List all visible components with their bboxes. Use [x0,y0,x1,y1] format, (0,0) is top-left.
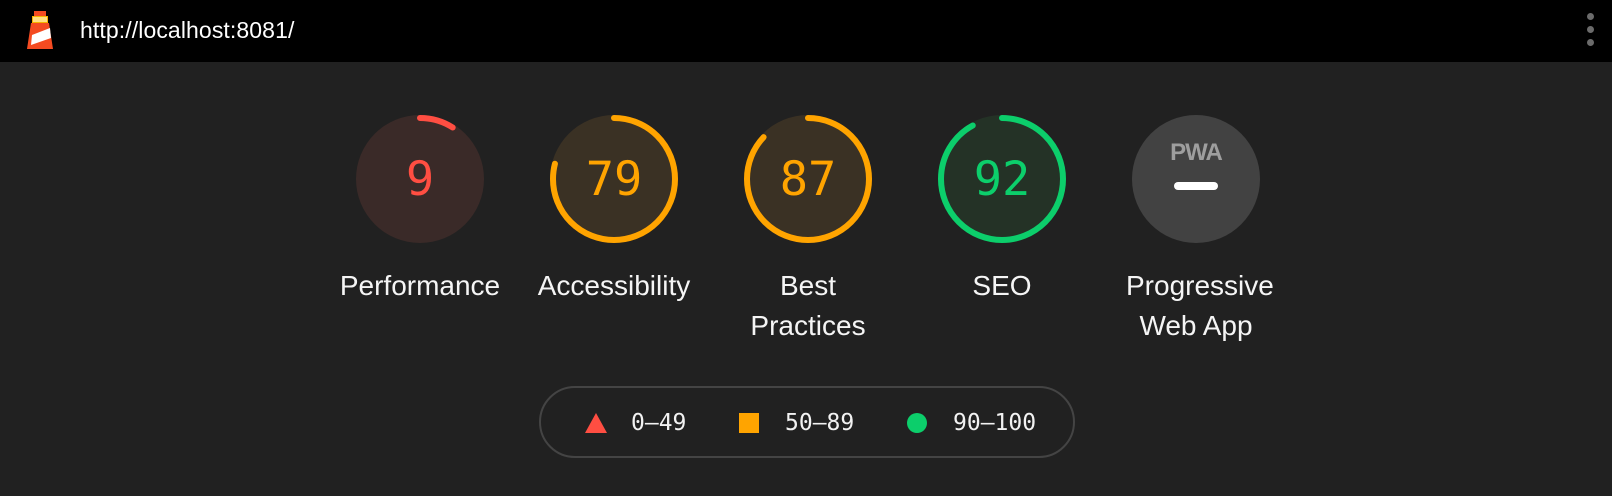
pwa-background [1132,115,1260,243]
performance-gauge-ring: 9 [356,115,484,243]
gauge-score: 87 [780,152,837,207]
gauge-label: Performance [339,270,501,301]
best-practices-gauge-ring: 87 [744,115,872,243]
gauge-best-practices[interactable]: 87 Best Practices [718,114,898,346]
gauge-label: SEO [972,270,1032,301]
kebab-menu-icon[interactable] [1584,11,1598,49]
lighthouse-icon [27,11,53,49]
red-triangle-icon [585,413,607,433]
gauge-seo[interactable]: 92 SEO [912,114,1092,306]
accessibility-gauge-ring: 79 [550,115,678,243]
gauge-label: Progressive Web App [1126,270,1274,341]
orange-square-icon [739,413,759,433]
gauge-score: 9 [406,152,434,207]
gauge-accessibility[interactable]: 79 Accessibility [524,114,704,306]
pwa-badge: PWA [1170,139,1222,166]
pwa-icon: PWA [1132,115,1260,243]
green-circle-icon [907,413,927,433]
seo-gauge-ring: 92 [938,115,1066,243]
legend-range: 0–49 [631,410,687,436]
gauge-performance[interactable]: 9 Performance [330,114,510,306]
score-scale-legend: 0–49 50–89 90–100 [539,386,1075,458]
gauge-score: 79 [586,152,643,207]
legend-range: 50–89 [785,410,855,436]
legend-range: 90–100 [953,410,1037,436]
gauge-label: Accessibility [537,270,691,301]
gauge-pwa[interactable]: PWA Progressive Web App [1106,114,1286,346]
page-url: http://localhost:8081/ [80,17,295,43]
gauge-score: 92 [974,152,1031,207]
pwa-dash [1174,182,1218,190]
gauge-label: Best Practices [750,270,866,341]
top-bar: http://localhost:8081/ [0,0,1612,62]
